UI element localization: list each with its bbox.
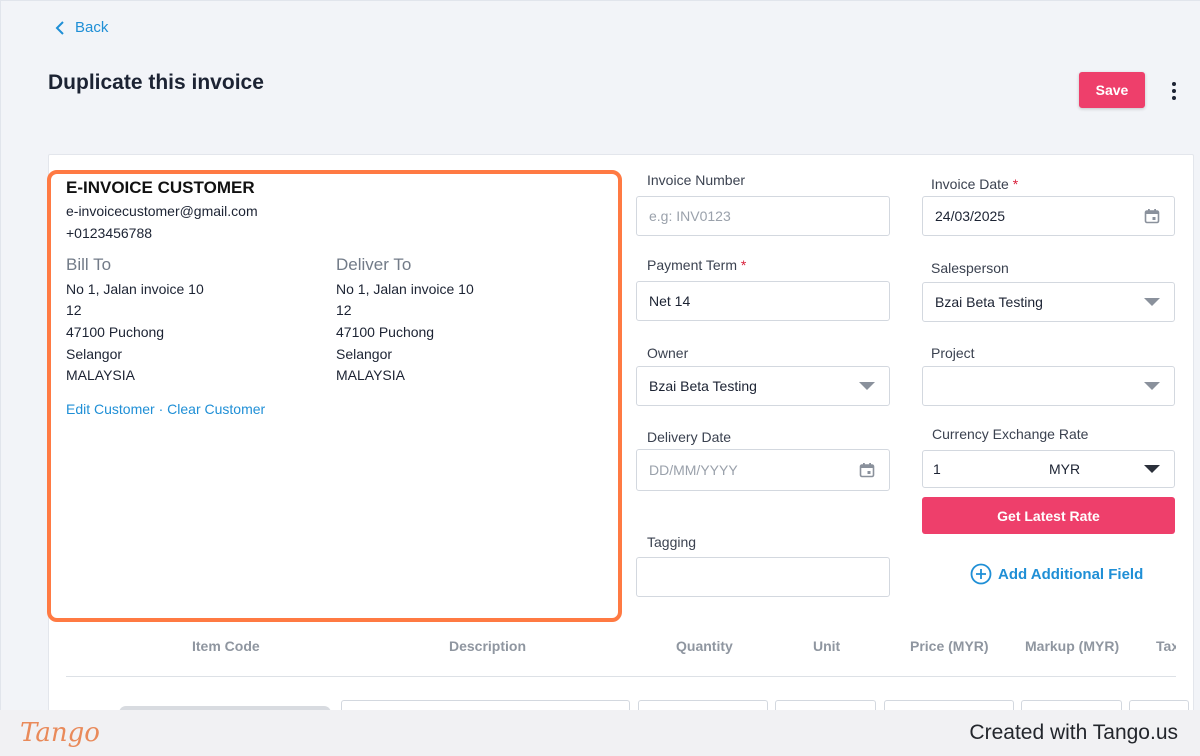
deliver-to-line: MALAYSIA [336, 367, 405, 383]
edit-customer-link[interactable]: Edit Customer [66, 401, 155, 417]
deliver-to-heading: Deliver To [336, 255, 412, 274]
footer-credit: Created with Tango.us [969, 721, 1178, 744]
invoice-date-value: 24/03/2025 [935, 208, 1006, 224]
bill-to-line: Selangor [66, 346, 123, 362]
invoice-number-label: Invoice Number [647, 172, 746, 188]
project-select[interactable] [922, 366, 1175, 406]
owner-select[interactable]: Bzai Beta Testing [636, 366, 890, 406]
column-header-item-code: Item Code [192, 638, 260, 654]
calendar-icon[interactable] [1144, 208, 1160, 224]
column-header-tax: Tax [1156, 638, 1176, 654]
get-latest-rate-button[interactable]: Get Latest Rate [922, 497, 1175, 534]
bill-to-line: No 1, Jalan invoice 10 [66, 281, 204, 297]
column-header-unit: Unit [813, 638, 841, 654]
deliver-to-line: No 1, Jalan invoice 10 [336, 281, 474, 297]
column-header-markup: Markup (MYR) [1025, 638, 1120, 654]
bill-to-line: MALAYSIA [66, 367, 135, 383]
calendar-icon[interactable] [859, 462, 875, 478]
customer-email: e-invoicecustomer@gmail.com [66, 203, 258, 219]
project-label: Project [931, 345, 975, 361]
invoice-date-input[interactable]: 24/03/2025 [922, 196, 1175, 236]
clear-customer-link[interactable]: Clear Customer [167, 401, 265, 417]
salesperson-label: Salesperson [931, 260, 1009, 276]
chevron-down-icon [1144, 298, 1160, 306]
owner-label: Owner [647, 345, 689, 361]
page-title: Duplicate this invoice [48, 71, 264, 94]
currency-rate-value: 1 [933, 461, 941, 477]
back-label: Back [75, 19, 109, 36]
tagging-input[interactable] [636, 557, 890, 597]
tango-logo: Tango [20, 718, 100, 748]
owner-value: Bzai Beta Testing [649, 378, 757, 394]
delivery-date-input[interactable]: DD/MM/YYYY [636, 449, 890, 491]
link-separator: · [154, 401, 168, 417]
delivery-date-placeholder: DD/MM/YYYY [649, 462, 738, 478]
footer-bar: Tango Created with Tango.us [0, 710, 1200, 756]
more-options-icon[interactable] [1163, 79, 1185, 103]
payment-term-label: Payment Term * [647, 257, 747, 273]
invoice-date-label: Invoice Date * [931, 176, 1019, 192]
column-header-quantity: Quantity [676, 638, 733, 654]
customer-actions: Edit Customer · Clear Customer [66, 401, 265, 417]
back-link[interactable]: Back [55, 19, 108, 36]
chevron-left-icon [55, 20, 64, 35]
required-marker: * [1012, 176, 1019, 192]
deliver-to-line: 47100 Puchong [336, 324, 435, 340]
plus-circle-icon [970, 563, 992, 585]
bill-to-line: 47100 Puchong [66, 324, 165, 340]
save-button[interactable]: Save [1079, 72, 1145, 108]
invoice-number-placeholder: e.g: INV0123 [649, 208, 731, 224]
column-header-description: Description [449, 638, 527, 654]
delivery-date-label: Delivery Date [647, 429, 732, 445]
currency-rate-label: Currency Exchange Rate [932, 426, 1089, 442]
payment-term-input[interactable]: Net 14 [636, 281, 890, 321]
deliver-to-line: Selangor [336, 346, 393, 362]
payment-term-value: Net 14 [649, 293, 691, 309]
add-additional-field-button[interactable]: Add Additional Field [970, 563, 1143, 585]
chevron-down-icon [1144, 382, 1160, 390]
salesperson-select[interactable]: Bzai Beta Testing [922, 282, 1175, 322]
salesperson-value: Bzai Beta Testing [935, 294, 1043, 310]
required-marker: * [740, 257, 747, 273]
table-header-divider [66, 676, 1176, 677]
column-header-price: Price (MYR) [910, 638, 989, 654]
invoice-number-input[interactable]: e.g: INV0123 [636, 196, 890, 236]
customer-name: E-INVOICE CUSTOMER [66, 178, 255, 197]
currency-code[interactable]: MYR [1049, 461, 1080, 477]
page: Back Duplicate this invoice Save E-INVOI… [0, 0, 1200, 754]
chevron-down-icon [859, 382, 875, 390]
bill-to-line: 12 [66, 302, 82, 318]
chevron-down-icon[interactable] [1144, 465, 1160, 473]
customer-phone: +0123456788 [66, 225, 153, 241]
bill-to-heading: Bill To [66, 255, 112, 274]
deliver-to-line: 12 [336, 302, 352, 318]
tagging-label: Tagging [647, 534, 697, 550]
currency-rate-input[interactable]: 1 MYR [922, 450, 1175, 488]
add-additional-field-label: Add Additional Field [998, 565, 1144, 583]
